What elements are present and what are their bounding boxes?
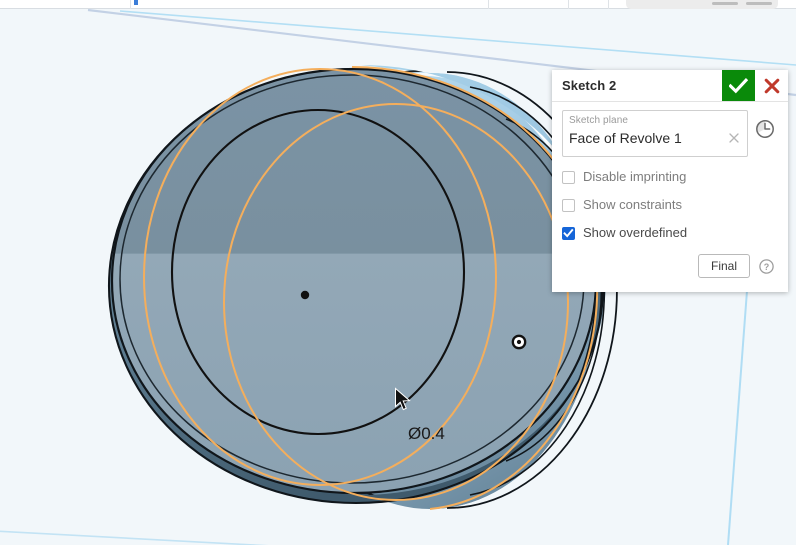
sketch-origin-point <box>300 290 310 300</box>
clock-icon[interactable] <box>754 118 778 142</box>
checkbox-disable-imprinting[interactable]: Disable imprinting <box>562 166 778 188</box>
view-pill[interactable] <box>746 2 772 5</box>
sketch-circle-point-core <box>516 339 522 345</box>
dialog-title: Sketch 2 <box>562 78 617 93</box>
sketch-plane-field[interactable]: Sketch plane Face of Revolve 1 <box>562 110 748 157</box>
sketch-dialog[interactable]: Sketch 2 Sketch plane Face of Revolve 1 … <box>552 70 788 292</box>
checkbox-label: Show overdefined <box>583 225 688 240</box>
svg-text:?: ? <box>764 262 770 272</box>
check-icon <box>729 77 748 93</box>
dialog-title-actions <box>722 70 788 101</box>
revolve-1-cylinder <box>107 65 618 509</box>
sketch-plane-value: Face of Revolve 1 <box>569 130 682 146</box>
app-window: Ø0.4 Sketch 2 Sketch plane Face of Revol… <box>0 0 796 545</box>
top-toolbar <box>0 0 796 9</box>
clear-icon[interactable] <box>727 131 741 145</box>
sketch-plane-row: Sketch plane Face of Revolve 1 <box>562 110 778 157</box>
clock-glyph <box>756 120 774 138</box>
close-icon <box>764 78 779 93</box>
active-tool-indicator[interactable] <box>134 0 138 5</box>
toolbar-divider <box>608 0 609 9</box>
dialog-footer: Final ? <box>562 250 778 286</box>
toolbar-divider <box>488 0 489 9</box>
check-small-icon <box>563 228 574 238</box>
view-pill[interactable] <box>712 2 738 5</box>
final-button[interactable]: Final <box>697 254 750 278</box>
options-checkbox-list: Disable imprinting Show constraints Show… <box>562 166 778 244</box>
checkbox-box[interactable] <box>562 226 575 240</box>
checkbox-label: Disable imprinting <box>583 169 687 184</box>
checkbox-show-overdefined[interactable]: Show overdefined <box>562 222 778 244</box>
diameter-dimension-label: Ø0.4 <box>408 424 445 443</box>
dialog-body: Sketch plane Face of Revolve 1 Disable i… <box>552 102 788 292</box>
help-icon[interactable]: ? <box>759 258 774 274</box>
checkbox-label: Show constraints <box>583 197 682 212</box>
view-cube-panel[interactable] <box>626 0 778 9</box>
checkbox-show-constraints[interactable]: Show constraints <box>562 194 778 216</box>
accept-button[interactable] <box>722 70 755 101</box>
toolbar-divider <box>130 0 131 9</box>
x-small-icon <box>729 133 739 143</box>
sketch-plane-label: Sketch plane <box>569 115 629 126</box>
question-mark-icon: ? <box>759 258 774 274</box>
dialog-title-bar: Sketch 2 <box>552 70 788 102</box>
toolbar-divider <box>568 0 569 9</box>
checkbox-box[interactable] <box>562 170 575 184</box>
checkbox-box[interactable] <box>562 198 575 212</box>
cancel-button[interactable] <box>755 70 788 101</box>
